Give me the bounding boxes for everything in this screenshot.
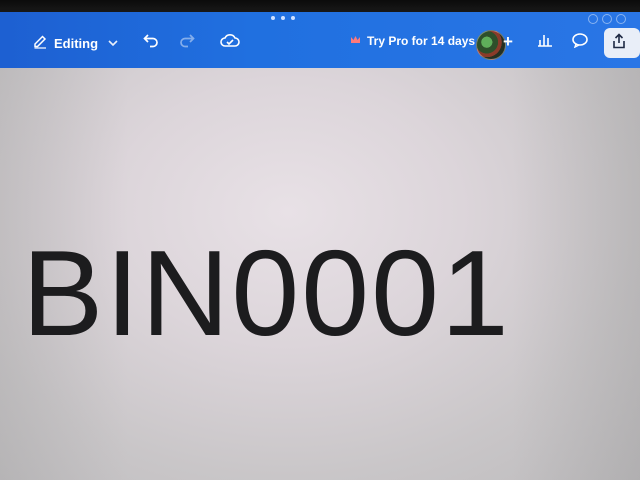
- grip-dot: [271, 16, 275, 20]
- status-icon: [616, 14, 626, 24]
- status-icon: [602, 14, 612, 24]
- editing-label: Editing: [54, 36, 99, 51]
- system-status-icons: [588, 14, 626, 24]
- avatar[interactable]: [476, 30, 506, 60]
- status-icon: [588, 14, 598, 24]
- undo-icon: [142, 32, 160, 53]
- pencil-icon: [32, 34, 48, 53]
- redo-button[interactable]: [175, 30, 199, 54]
- editing-mode-button[interactable]: Editing: [32, 34, 118, 53]
- chevron-down-icon: [108, 38, 118, 50]
- try-pro-button[interactable]: Try Pro for 14 days: [350, 34, 475, 48]
- comment-icon: [571, 32, 589, 53]
- undo-button[interactable]: [139, 30, 163, 54]
- add-collaborator-button[interactable]: +: [503, 32, 513, 52]
- drag-handle[interactable]: [271, 16, 295, 22]
- share-icon: [612, 32, 626, 54]
- grip-dot: [281, 16, 285, 20]
- analytics-button[interactable]: [533, 30, 557, 54]
- redo-icon: [178, 32, 196, 53]
- try-pro-label: Try Pro for 14 days: [367, 34, 476, 48]
- save-status-button[interactable]: [218, 30, 242, 54]
- comment-button[interactable]: [568, 30, 592, 54]
- analytics-icon: [537, 33, 553, 52]
- share-button[interactable]: [604, 28, 640, 58]
- editor-toolbar: e Editing Try Pro for 14 days +: [0, 12, 640, 68]
- crown-icon: [350, 35, 361, 47]
- grip-dot: [291, 16, 295, 20]
- cloud-check-icon: [220, 32, 240, 53]
- canvas-text-element[interactable]: BIN0001: [22, 232, 511, 354]
